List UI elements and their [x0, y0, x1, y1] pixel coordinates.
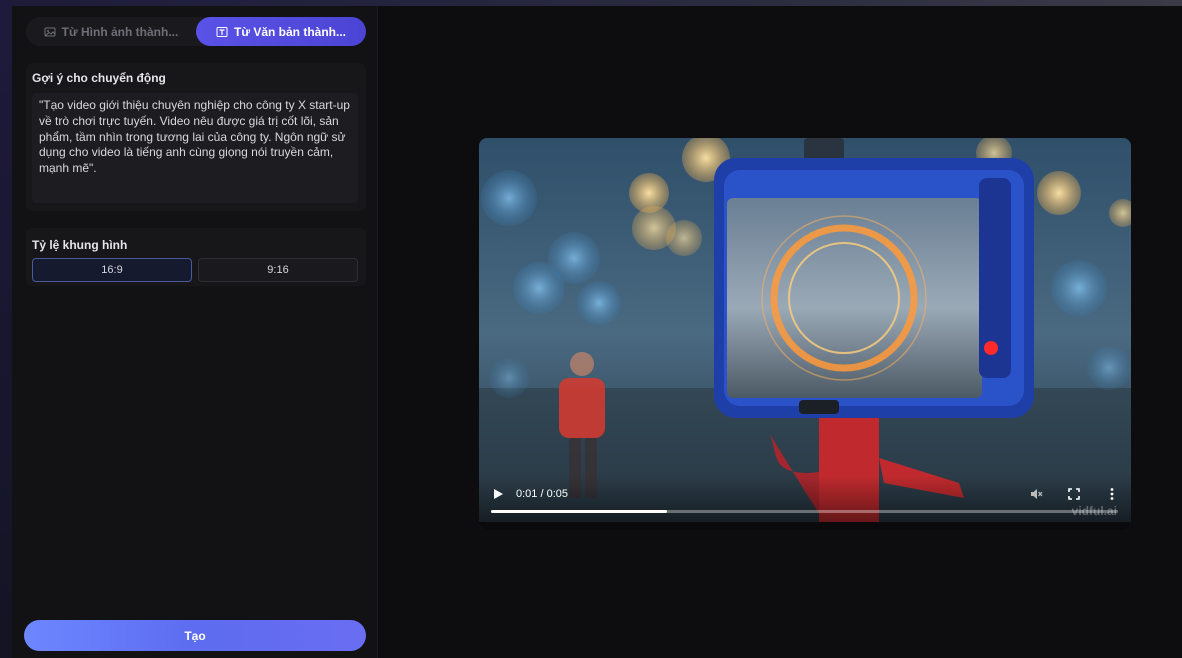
aspect-ratio-card: Tỷ lệ khung hình 16:9 9:16 [26, 228, 366, 286]
tab-image-to-video[interactable]: Từ Hình ảnh thành... [26, 17, 196, 46]
mode-tabs: Từ Hình ảnh thành... Từ Văn bản thành... [26, 17, 366, 46]
tab-label: Từ Hình ảnh thành... [61, 24, 179, 39]
video-time: 0:01 / 0:05 [516, 488, 568, 500]
tab-label: Từ Văn bản thành... [233, 24, 347, 39]
mute-icon[interactable] [1029, 487, 1043, 501]
motion-prompt-textarea[interactable]: "Tạo video giới thiệu chuyên nghiệp cho … [32, 93, 358, 203]
video-frame-image [479, 138, 1131, 530]
more-options-icon[interactable] [1105, 487, 1119, 501]
video-player[interactable]: 0:01 / 0:05 vidful.ai [479, 138, 1131, 530]
create-button[interactable]: Tạo [24, 620, 366, 651]
image-icon [44, 27, 56, 36]
video-progress-bar[interactable] [491, 510, 1118, 513]
fullscreen-icon[interactable] [1067, 487, 1081, 501]
aspect-ratio-options: 16:9 9:16 [32, 258, 358, 282]
generation-sidebar: Từ Hình ảnh thành... Từ Văn bản thành...… [12, 6, 378, 658]
tab-text-to-video[interactable]: Từ Văn bản thành... [196, 17, 366, 46]
motion-prompt-title: Gợi ý cho chuyển động [32, 71, 166, 85]
video-bottom-edge [479, 522, 1131, 530]
video-progress-fill [491, 510, 667, 513]
aspect-ratio-title: Tỷ lệ khung hình [32, 238, 128, 252]
ratio-option-9-16[interactable]: 9:16 [198, 258, 358, 282]
text-frame-icon [216, 26, 228, 37]
play-icon[interactable] [491, 487, 505, 501]
motion-prompt-card: Gợi ý cho chuyển động "Tạo video giới th… [26, 63, 366, 211]
ratio-option-16-9[interactable]: 16:9 [32, 258, 192, 282]
window-left-border [0, 0, 12, 658]
